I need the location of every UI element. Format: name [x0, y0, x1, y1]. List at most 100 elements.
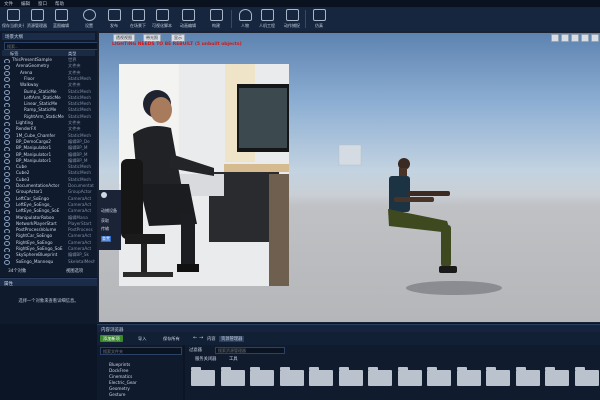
- mocap-overlay-panel: 动捕设备 获取 传输 重置: [99, 190, 121, 250]
- motion-capture-button[interactable]: 动作捕捉: [281, 8, 303, 30]
- angle-icon[interactable]: [581, 34, 589, 42]
- motion-icon: [285, 9, 299, 21]
- in-scene-button[interactable]: 在场景下: [127, 8, 149, 30]
- folder-icon[interactable]: [368, 367, 392, 386]
- folder-search-input[interactable]: [100, 347, 182, 355]
- folder-tree-item[interactable]: Electric_Gear: [109, 380, 137, 385]
- mocap-get-button[interactable]: 获取: [101, 218, 109, 224]
- main-toolbar: 保存当前关卡 资源管理器 蓝图编辑 设置 发布 在场景下 可视化脚本 动画编辑 …: [0, 7, 600, 32]
- snap-icon[interactable]: [571, 34, 579, 42]
- gear-icon: [82, 9, 96, 21]
- filter-button[interactable]: 过滤器: [189, 347, 202, 353]
- ergonomics-icon: [260, 9, 274, 21]
- visual-script-button[interactable]: 可视化脚本: [151, 8, 173, 30]
- type-column-header[interactable]: 类型: [68, 51, 76, 57]
- path-root-crumb[interactable]: 内容: [207, 336, 216, 342]
- folder-tree-item[interactable]: Geometry: [109, 386, 130, 391]
- folder-tree-item[interactable]: Cinematics: [109, 374, 132, 379]
- maximize-icon[interactable]: [591, 34, 599, 42]
- clap-icon: [131, 9, 145, 21]
- person-button[interactable]: 人物: [234, 8, 256, 30]
- asset-area: 过滤器 服务关闭器 工具: [185, 345, 600, 400]
- folder-icon[interactable]: [191, 367, 215, 386]
- folder-icon[interactable]: [397, 367, 422, 386]
- save-all-button[interactable]: 保存所有: [160, 335, 183, 342]
- show-button[interactable]: 显示: [171, 34, 185, 42]
- object-count: 34个对象: [8, 269, 27, 274]
- folder-icon[interactable]: [486, 367, 510, 386]
- person-icon: [238, 9, 252, 21]
- menu-file[interactable]: 文件: [4, 1, 13, 7]
- toolbar-divider: [231, 10, 232, 28]
- menu-help[interactable]: 帮助: [55, 1, 64, 7]
- add-new-button[interactable]: 添加新项: [100, 335, 123, 342]
- mocap-status-icon: [101, 192, 107, 198]
- asset-manager-button[interactable]: 资源管理器: [26, 8, 48, 30]
- visibility-eye-icon[interactable]: [4, 260, 10, 265]
- camera-feed-panel: [119, 64, 289, 286]
- save-level-button[interactable]: 保存当前关卡: [2, 8, 24, 30]
- film-icon: [181, 9, 195, 21]
- scene-cube[interactable]: [338, 144, 362, 166]
- folder-icon[interactable]: [427, 367, 451, 386]
- folder-icon[interactable]: [220, 367, 245, 386]
- mocap-device-label: 动捕设备: [101, 208, 117, 213]
- script-icon: [155, 9, 169, 21]
- lighting-warning: LIGHTING NEEDS TO BE REBUILT (5 unbuilt …: [112, 42, 242, 47]
- settings-button[interactable]: 设置: [78, 8, 100, 30]
- subtab-tools[interactable]: 工具: [229, 356, 238, 362]
- blueprint-icon: [54, 9, 68, 21]
- grid-icon[interactable]: [561, 34, 569, 42]
- content-browser-toolbar: 添加新项 导入 保存所有 ← → 内容 资源管理器: [97, 332, 600, 345]
- folder-icon[interactable]: [250, 367, 274, 386]
- viewport-toolbar: 透视视图 带光照 显示: [99, 33, 600, 42]
- view-options-button[interactable]: 视图选项: [66, 268, 83, 274]
- forward-arrow-icon[interactable]: →: [199, 335, 203, 341]
- menu-bar: 文件 编辑 窗口 帮助: [0, 0, 600, 7]
- ergonomics-button[interactable]: 人机工程: [256, 8, 278, 30]
- publish-button[interactable]: 发布: [103, 8, 125, 30]
- folder-tree-item[interactable]: Gesture: [109, 392, 126, 397]
- outliner-row[interactable]: SoEngo_Mannequ SkeletalMesh: [2, 259, 95, 265]
- folder-icon[interactable]: [515, 367, 540, 386]
- folder-icon[interactable]: [574, 367, 599, 386]
- menu-window[interactable]: 窗口: [38, 1, 47, 7]
- mocap-reset-button[interactable]: 重置: [101, 236, 111, 242]
- back-arrow-icon[interactable]: ←: [193, 335, 197, 341]
- details-empty-message: 选择一个对象来查看详细信息。: [18, 299, 79, 304]
- build-button[interactable]: 构建: [205, 8, 227, 30]
- outliner-header: 标签 类型: [2, 50, 95, 56]
- path-active-crumb[interactable]: 资源管理器: [219, 336, 245, 342]
- animation-edit-button[interactable]: 动画编辑: [177, 8, 199, 30]
- lit-mode-button[interactable]: 带光照: [143, 34, 161, 42]
- package-icon: [107, 9, 121, 21]
- folder-icon[interactable]: [279, 367, 304, 386]
- folder-icon[interactable]: [456, 367, 481, 386]
- folder-icon[interactable]: [309, 367, 333, 386]
- perspective-view-button[interactable]: 透视视图: [113, 34, 135, 42]
- folder-tree-item[interactable]: DockFree: [109, 368, 128, 373]
- camera-feed-image: [119, 64, 289, 286]
- subtab-service[interactable]: 服务关闭器: [195, 356, 216, 362]
- import-button[interactable]: 导入: [135, 335, 149, 342]
- outliner-row-type: SkeletalMesh: [68, 258, 95, 264]
- mocap-transmit-button[interactable]: 传输: [101, 226, 109, 232]
- folder-tree-item[interactable]: Blueprints: [109, 362, 130, 367]
- avatar-mannequin[interactable]: [388, 158, 457, 273]
- outliner-footer: 34个对象 视图选项: [2, 268, 95, 275]
- camera-mode-icon[interactable]: [551, 34, 559, 42]
- outliner-search-input[interactable]: [4, 42, 98, 50]
- asset-search-input[interactable]: [215, 347, 285, 354]
- menu-edit[interactable]: 编辑: [21, 1, 30, 7]
- details-panel: 选择一个对象来查看详细信息。: [0, 286, 97, 324]
- save-icon: [6, 9, 20, 21]
- content-folder-tree: BlueprintsDockFreeCinematicsElectric_Gea…: [97, 345, 183, 400]
- folder-icon[interactable]: [545, 367, 569, 386]
- build-icon: [209, 9, 223, 21]
- folder-icon[interactable]: [338, 367, 363, 386]
- outliner-tab[interactable]: 场景大纲: [2, 33, 95, 40]
- blueprint-button[interactable]: 蓝图编辑: [50, 8, 72, 30]
- label-column-header[interactable]: 标签: [10, 51, 18, 57]
- simulate-button[interactable]: 仿真: [308, 8, 330, 30]
- avatar-shadow: [406, 281, 502, 295]
